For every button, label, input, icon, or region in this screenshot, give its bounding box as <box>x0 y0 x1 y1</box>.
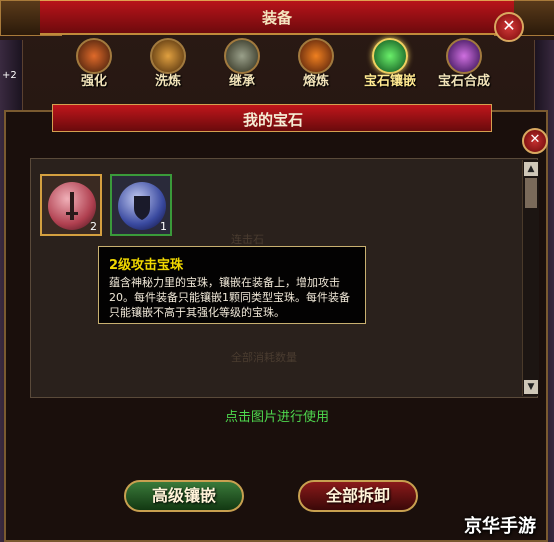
scroll-down-arrow[interactable]: ▼ <box>524 380 538 394</box>
gem-panel-title: 我的宝石 <box>242 111 303 129</box>
tab-gem-inlay[interactable]: 宝石镶嵌 <box>362 38 418 92</box>
tab-label: 宝石镶嵌 <box>363 74 416 89</box>
advanced-inlay-button[interactable]: 高级镶嵌 <box>124 480 244 512</box>
scroll-up-arrow[interactable]: ▲ <box>524 162 538 176</box>
gem-list-scrollbar[interactable]: ▲ ▼ <box>522 160 539 396</box>
gem-socket-icon <box>372 38 408 74</box>
furnace-icon <box>298 38 334 74</box>
cauldron-icon <box>150 38 186 74</box>
faint-background-text: 全部消耗数量 <box>231 351 297 364</box>
tab-label: 熔炼 <box>302 74 329 89</box>
close-gem-panel-button[interactable]: ✕ <box>522 128 548 154</box>
anvil-hammer-icon <box>76 38 112 74</box>
tab-refine[interactable]: 洗炼 <box>140 38 196 92</box>
tooltip-title: 2级攻击宝珠 <box>109 258 184 273</box>
tab-inherit[interactable]: 继承 <box>214 38 270 92</box>
tab-label: 洗炼 <box>154 74 181 89</box>
usage-hint: 点击图片进行使用 <box>224 410 329 425</box>
tab-smelt[interactable]: 熔炼 <box>288 38 344 92</box>
tab-strengthen[interactable]: 强化 <box>66 38 122 92</box>
gem-tooltip: 2级攻击宝珠 蕴含神秘力里的宝珠，镶嵌在装备上，增加攻击20。每件装备只能镶嵌1… <box>98 246 366 324</box>
tab-label: 继承 <box>228 74 255 89</box>
tab-label: 宝石合成 <box>437 74 490 89</box>
remove-all-button[interactable]: 全部拆卸 <box>298 480 418 512</box>
watermark: 京华手游 <box>464 516 536 537</box>
faint-background-text: 连击石 <box>231 233 264 246</box>
window-title-bar: 装备 <box>40 0 514 35</box>
left-badge: +2 <box>2 70 17 81</box>
gem-slot-attack[interactable]: 2 <box>40 174 102 236</box>
crystal-cluster-icon <box>446 38 482 74</box>
tooltip-description: 蕴含神秘力里的宝珠，镶嵌在装备上，增加攻击20。每件装备只能镶嵌1颗同类型宝珠。… <box>109 276 350 319</box>
rune-stone-icon <box>224 38 260 74</box>
gem-panel-title-bar: 我的宝石 <box>52 104 492 132</box>
gem-count: 2 <box>90 220 97 233</box>
window-title: 装备 <box>261 9 292 27</box>
gem-slot-defense[interactable]: 1 <box>110 174 172 236</box>
shield-icon <box>118 182 166 230</box>
function-tab-row: 强化 洗炼 继承 熔炼 宝石镶嵌 宝石合成 <box>44 34 510 94</box>
sword-icon <box>48 182 96 230</box>
gem-count: 1 <box>160 220 167 233</box>
tab-gem-synthesis[interactable]: 宝石合成 <box>436 38 492 92</box>
scroll-thumb[interactable] <box>525 178 537 208</box>
tab-label: 强化 <box>80 74 107 89</box>
